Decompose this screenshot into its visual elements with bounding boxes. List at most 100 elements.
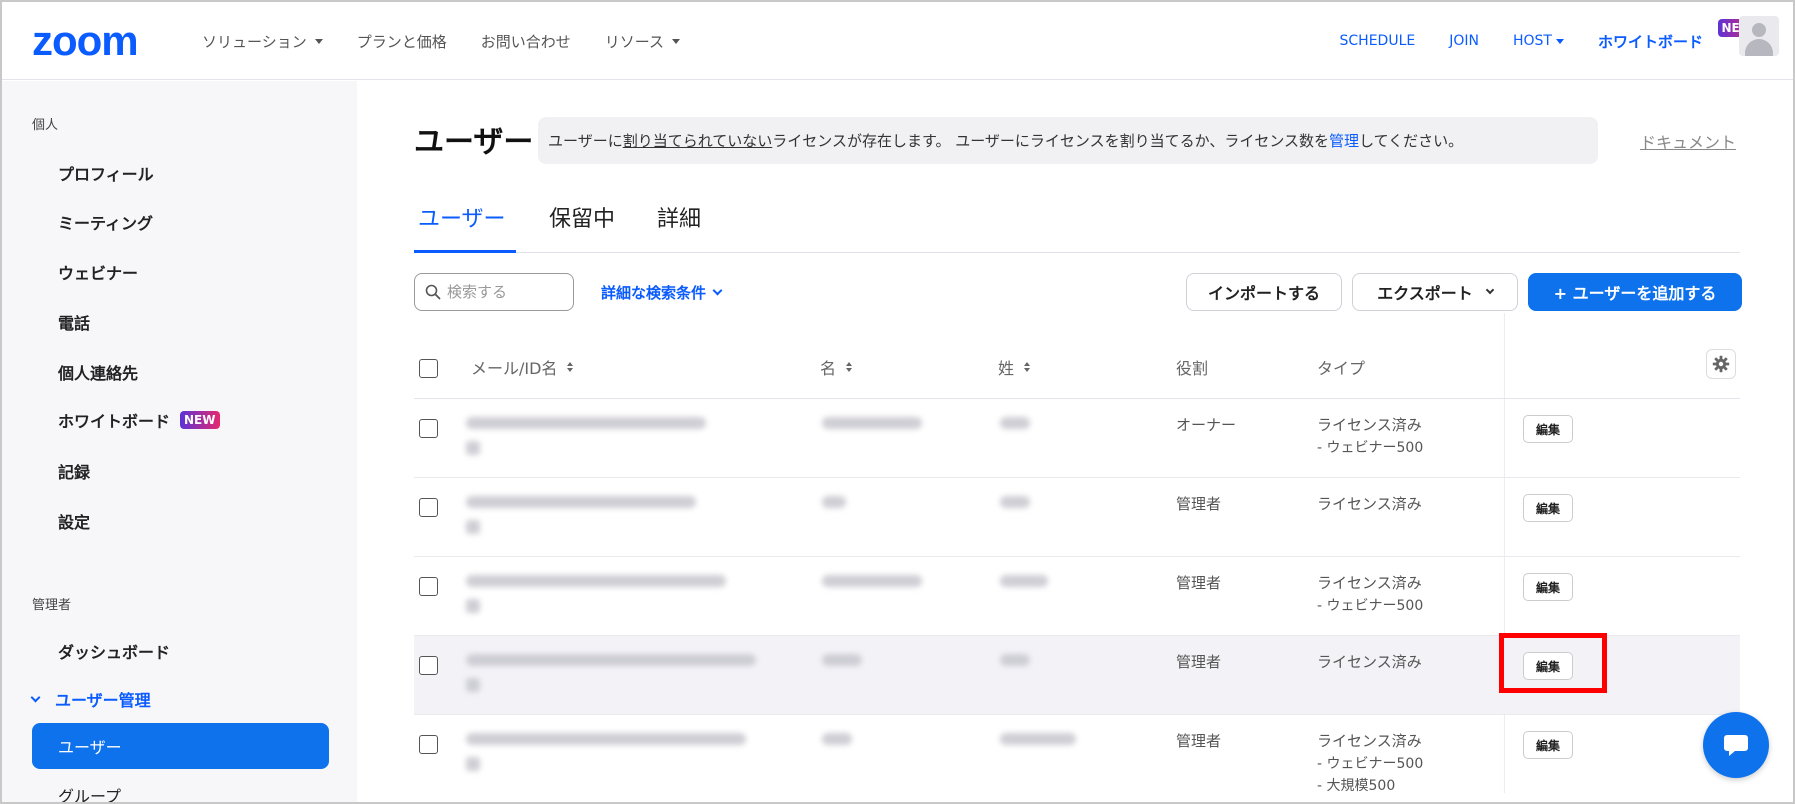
edit-button[interactable]: 編集 (1523, 731, 1573, 759)
role-cell: 管理者 (1176, 495, 1222, 513)
redacted-first-name (822, 417, 922, 429)
banner-manage-link[interactable]: 管理 (1329, 130, 1359, 151)
page-title: ユーザー (414, 125, 534, 160)
nav-join[interactable]: JOIN (1449, 33, 1479, 49)
select-all-checkbox[interactable] (419, 359, 438, 378)
tab-users[interactable]: ユーザー (418, 201, 506, 233)
role-cell: 管理者 (1176, 653, 1222, 671)
zoom-logo[interactable]: zoom (32, 20, 139, 62)
sidebar-item-users[interactable]: ユーザー (32, 723, 329, 769)
role-cell: 管理者 (1176, 574, 1222, 592)
caret-down-icon (314, 38, 323, 44)
row-checkbox[interactable] (419, 419, 438, 438)
column-settings-button[interactable] (1706, 349, 1736, 379)
chat-icon (1724, 735, 1748, 756)
documentation-link[interactable]: ドキュメント (1640, 129, 1736, 153)
edit-button[interactable]: 編集 (1523, 415, 1573, 443)
new-badge: NEW (180, 411, 220, 429)
sidebar-item-whiteboard[interactable]: ホワイトボード NEW (58, 408, 220, 432)
type-cell: ライセンス済み - ウェビナー500 (1317, 574, 1424, 614)
avatar[interactable] (1739, 16, 1779, 56)
sidebar-item-groups[interactable]: グループ (58, 783, 121, 802)
header-last-name[interactable]: 姓 (998, 355, 1031, 379)
redacted-id (466, 757, 480, 771)
header-first-name[interactable]: 名 (820, 355, 853, 379)
sidebar-section-personal: 個人 (32, 118, 59, 133)
tabs: ユーザー 保留中 詳細 (414, 189, 1740, 253)
advanced-filter-toggle[interactable]: 詳細な検索条件 (601, 282, 723, 303)
table-row: 管理者 ライセンス済み 編集 (414, 633, 1740, 715)
redacted-first-name (822, 575, 922, 587)
redacted-id (466, 678, 480, 692)
redacted-email (466, 733, 746, 745)
row-checkbox[interactable] (419, 735, 438, 754)
avatar-body (1745, 39, 1773, 56)
type-cell: ライセンス済み - ウェビナー500- 大規模500 (1317, 732, 1424, 794)
toolbar: 詳細な検索条件 インポートする エクスポート + ユーザーを追加する (414, 273, 1742, 313)
nav-right: SCHEDULE JOIN HOST ホワイトボード NEW (1340, 2, 1757, 80)
add-user-button[interactable]: + ユーザーを追加する (1528, 273, 1742, 311)
redacted-email (466, 654, 756, 666)
caret-down-icon (1555, 38, 1564, 44)
sidebar-item-profile[interactable]: プロフィール (58, 161, 154, 185)
nav-pricing[interactable]: プランと価格 (357, 31, 447, 52)
sidebar-item-contacts[interactable]: 個人連絡先 (58, 360, 138, 384)
export-button[interactable]: エクスポート (1352, 273, 1518, 311)
redacted-email (466, 496, 696, 508)
redacted-last-name (1000, 733, 1076, 745)
header-email[interactable]: メール/ID名 (471, 355, 574, 379)
highlight-callout (1499, 633, 1607, 693)
search-icon (425, 284, 441, 300)
row-checkbox[interactable] (419, 577, 438, 596)
table-row: 管理者 ライセンス済み - ウェビナー500 編集 (414, 557, 1740, 636)
banner-unassigned-link[interactable]: 割り当てられていない (623, 130, 773, 151)
nav-schedule[interactable]: SCHEDULE (1340, 33, 1416, 49)
role-cell: 管理者 (1176, 732, 1222, 750)
chat-button[interactable] (1703, 712, 1769, 778)
sidebar-item-dashboard[interactable]: ダッシュボード (58, 639, 170, 663)
chevron-down-icon (712, 285, 723, 296)
top-nav: zoom ソリューション プランと価格 お問い合わせ リソース SCHEDULE… (2, 2, 1793, 80)
gear-icon (1712, 355, 1730, 373)
sidebar-item-settings[interactable]: 設定 (58, 509, 90, 533)
search-box (414, 273, 574, 311)
edit-button[interactable]: 編集 (1523, 573, 1573, 601)
redacted-email (466, 417, 706, 429)
redacted-first-name (822, 496, 846, 508)
nav-contact[interactable]: お問い合わせ (481, 31, 571, 52)
sidebar-item-webinars[interactable]: ウェビナー (58, 260, 138, 284)
users-table: メール/ID名 名 姓 役割 タイプ オーナー ライセンス済み - ウェビナー50… (414, 313, 1740, 802)
edit-button[interactable]: 編集 (1523, 494, 1573, 522)
sidebar-item-user-management[interactable]: ユーザー管理 (30, 687, 151, 711)
sort-icon (567, 362, 574, 372)
sidebar-section-admin: 管理者 (32, 598, 72, 613)
sidebar-item-recordings[interactable]: 記録 (58, 459, 90, 483)
redacted-id (466, 441, 480, 455)
sidebar: 個人 プロフィール ミーティング ウェビナー 電話 個人連絡先 ホワイトボード N… (2, 81, 357, 802)
redacted-last-name (1000, 575, 1048, 587)
search-input[interactable] (447, 283, 567, 301)
nav-resources[interactable]: リソース (605, 31, 680, 52)
sort-icon (846, 362, 853, 372)
type-cell: ライセンス済み (1317, 495, 1422, 513)
import-button[interactable]: インポートする (1186, 273, 1342, 311)
redacted-id (466, 520, 480, 534)
redacted-email (466, 575, 726, 587)
license-banner: ユーザーに 割り当てられていない ライセンスが存在します。 ユーザーにライセンスを割… (538, 117, 1598, 164)
row-checkbox[interactable] (419, 498, 438, 517)
type-cell: ライセンス済み - ウェビナー500 (1317, 416, 1424, 456)
row-checkbox[interactable] (419, 656, 438, 675)
tab-pending[interactable]: 保留中 (549, 201, 615, 233)
nav-solutions[interactable]: ソリューション (202, 31, 323, 52)
table-row: オーナー ライセンス済み - ウェビナー500 編集 (414, 399, 1740, 478)
tab-advanced[interactable]: 詳細 (657, 201, 701, 233)
sidebar-item-phone[interactable]: 電話 (58, 310, 90, 334)
header-role: 役割 (1176, 359, 1209, 378)
app-window: zoom ソリューション プランと価格 お問い合わせ リソース SCHEDULE… (0, 0, 1795, 804)
sidebar-item-meetings[interactable]: ミーティング (58, 210, 153, 234)
nav-whiteboard[interactable]: ホワイトボード NEW (1598, 18, 1757, 52)
role-cell: オーナー (1176, 416, 1237, 434)
chevron-down-icon (1485, 285, 1495, 295)
redacted-id (466, 599, 480, 613)
nav-host[interactable]: HOST (1513, 33, 1564, 49)
